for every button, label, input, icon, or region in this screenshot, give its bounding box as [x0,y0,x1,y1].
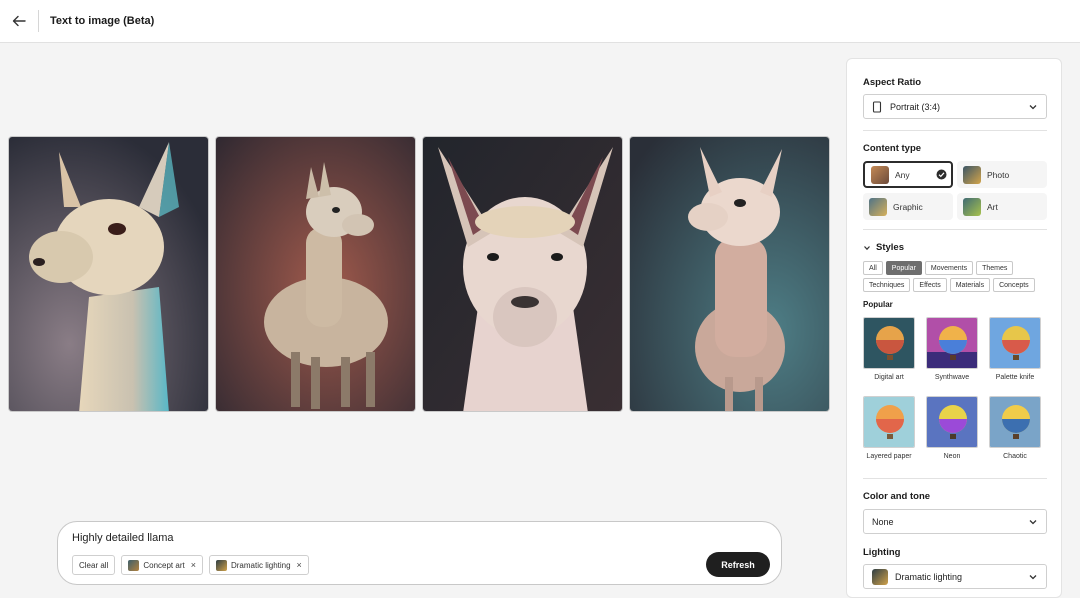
clear-all-button[interactable]: Clear all [72,555,116,575]
style-tab-techniques[interactable]: Techniques [863,278,911,292]
refresh-button[interactable]: Refresh [706,552,770,577]
balloon-thumbnail [926,317,978,369]
balloon-thumbnail [989,317,1041,369]
generated-image-3[interactable] [422,136,623,412]
style-label: Synthwave [934,374,970,381]
settings-panel: Aspect Ratio Portrait (3:4) Content type… [846,58,1062,598]
chip-label: Dramatic lighting [230,560,291,570]
photo-icon [963,165,981,184]
content-type-label: Photo [987,169,1010,180]
generated-image-2[interactable] [215,136,416,412]
style-tab-themes[interactable]: Themes [976,261,1014,275]
style-digital-art[interactable]: Digital art [863,317,915,381]
prompt-input[interactable]: Highly detailed llama [72,532,174,544]
any-icon [871,165,889,184]
color-tone-title: Color and tone [863,491,931,502]
arrow-left-icon [12,15,26,27]
content-type-any[interactable]: Any [863,161,953,188]
portrait-icon [872,100,882,113]
generated-image-1[interactable] [8,136,209,412]
popular-subheading: Popular [863,300,893,309]
dramatic-lighting-thumb-icon [872,568,888,585]
style-tabs: All Popular Movements Themes Techniques … [863,261,1053,292]
lighting-value: Dramatic lighting [895,571,963,582]
style-tab-all[interactable]: All [863,261,883,275]
art-icon [963,197,981,216]
chevron-down-icon [1029,520,1037,525]
clear-all-label: Clear all [79,560,109,570]
content-type-label: Any [895,169,910,180]
style-tab-materials[interactable]: Materials [949,278,991,292]
checkmark-circle-icon [936,169,947,180]
remove-chip-icon[interactable]: × [297,560,302,570]
style-tab-effects[interactable]: Effects [913,278,947,292]
balloon-thumbnail [989,396,1041,448]
back-button[interactable] [0,0,38,43]
style-layered-paper[interactable]: Layered paper [863,396,915,460]
content-type-label: Art [987,201,998,212]
chip-dramatic-lighting[interactable]: Dramatic lighting × [208,555,309,575]
concept-art-thumb-icon [128,559,140,571]
balloon-thumbnail [863,317,915,369]
page-title: Text to image (Beta) [50,15,155,27]
chevron-down-icon [1029,575,1037,580]
image-gallery [8,136,830,412]
content-type-graphic[interactable]: Graphic [863,193,953,220]
style-palette-knife[interactable]: Palette knife [989,317,1041,381]
styles-toggle[interactable]: Styles [863,242,904,253]
lighting-title: Lighting [863,547,901,558]
balloon-thumbnail [863,396,915,448]
style-chaotic[interactable]: Chaotic [989,396,1041,460]
balloon-thumbnail [926,396,978,448]
content-type-photo[interactable]: Photo [957,161,1047,188]
panel-divider [863,130,1047,131]
style-label: Neon [943,453,961,460]
style-label: Digital art [874,374,904,381]
style-tab-popular[interactable]: Popular [885,261,922,275]
chip-concept-art[interactable]: Concept art × [121,555,203,575]
panel-divider [863,229,1047,230]
lighting-select[interactable]: Dramatic lighting [863,564,1047,589]
prompt-box: Highly detailed llama Clear all Concept … [57,521,782,585]
style-label: Chaotic [1003,453,1027,460]
style-label: Layered paper [866,453,912,460]
prompt-chip-row: Clear all Concept art × Dramatic lightin… [72,555,309,575]
chip-label: Concept art [143,560,185,570]
color-tone-select[interactable]: None [863,509,1047,534]
content-type-title: Content type [863,143,922,154]
style-label: Palette knife [995,374,1035,381]
style-synthwave[interactable]: Synthwave [926,317,978,381]
aspect-ratio-title: Aspect Ratio [863,77,922,88]
aspect-ratio-value: Portrait (3:4) [890,101,941,112]
styles-title: Styles [876,242,904,253]
graphic-icon [869,197,887,216]
content-type-art[interactable]: Art [957,193,1047,220]
dramatic-lighting-thumb-icon [215,559,227,571]
chevron-down-icon [1029,105,1037,110]
app-header: Text to image (Beta) [0,0,1080,43]
header-divider [38,10,39,32]
style-tab-concepts[interactable]: Concepts [993,278,1035,292]
color-tone-value: None [872,516,894,527]
generated-image-4[interactable] [629,136,830,412]
panel-divider [863,478,1047,479]
chevron-down-icon [864,245,870,250]
aspect-ratio-select[interactable]: Portrait (3:4) [863,94,1047,119]
content-type-label: Graphic [893,201,923,212]
style-tab-movements[interactable]: Movements [924,261,974,275]
style-neon[interactable]: Neon [926,396,978,460]
remove-chip-icon[interactable]: × [191,560,196,570]
